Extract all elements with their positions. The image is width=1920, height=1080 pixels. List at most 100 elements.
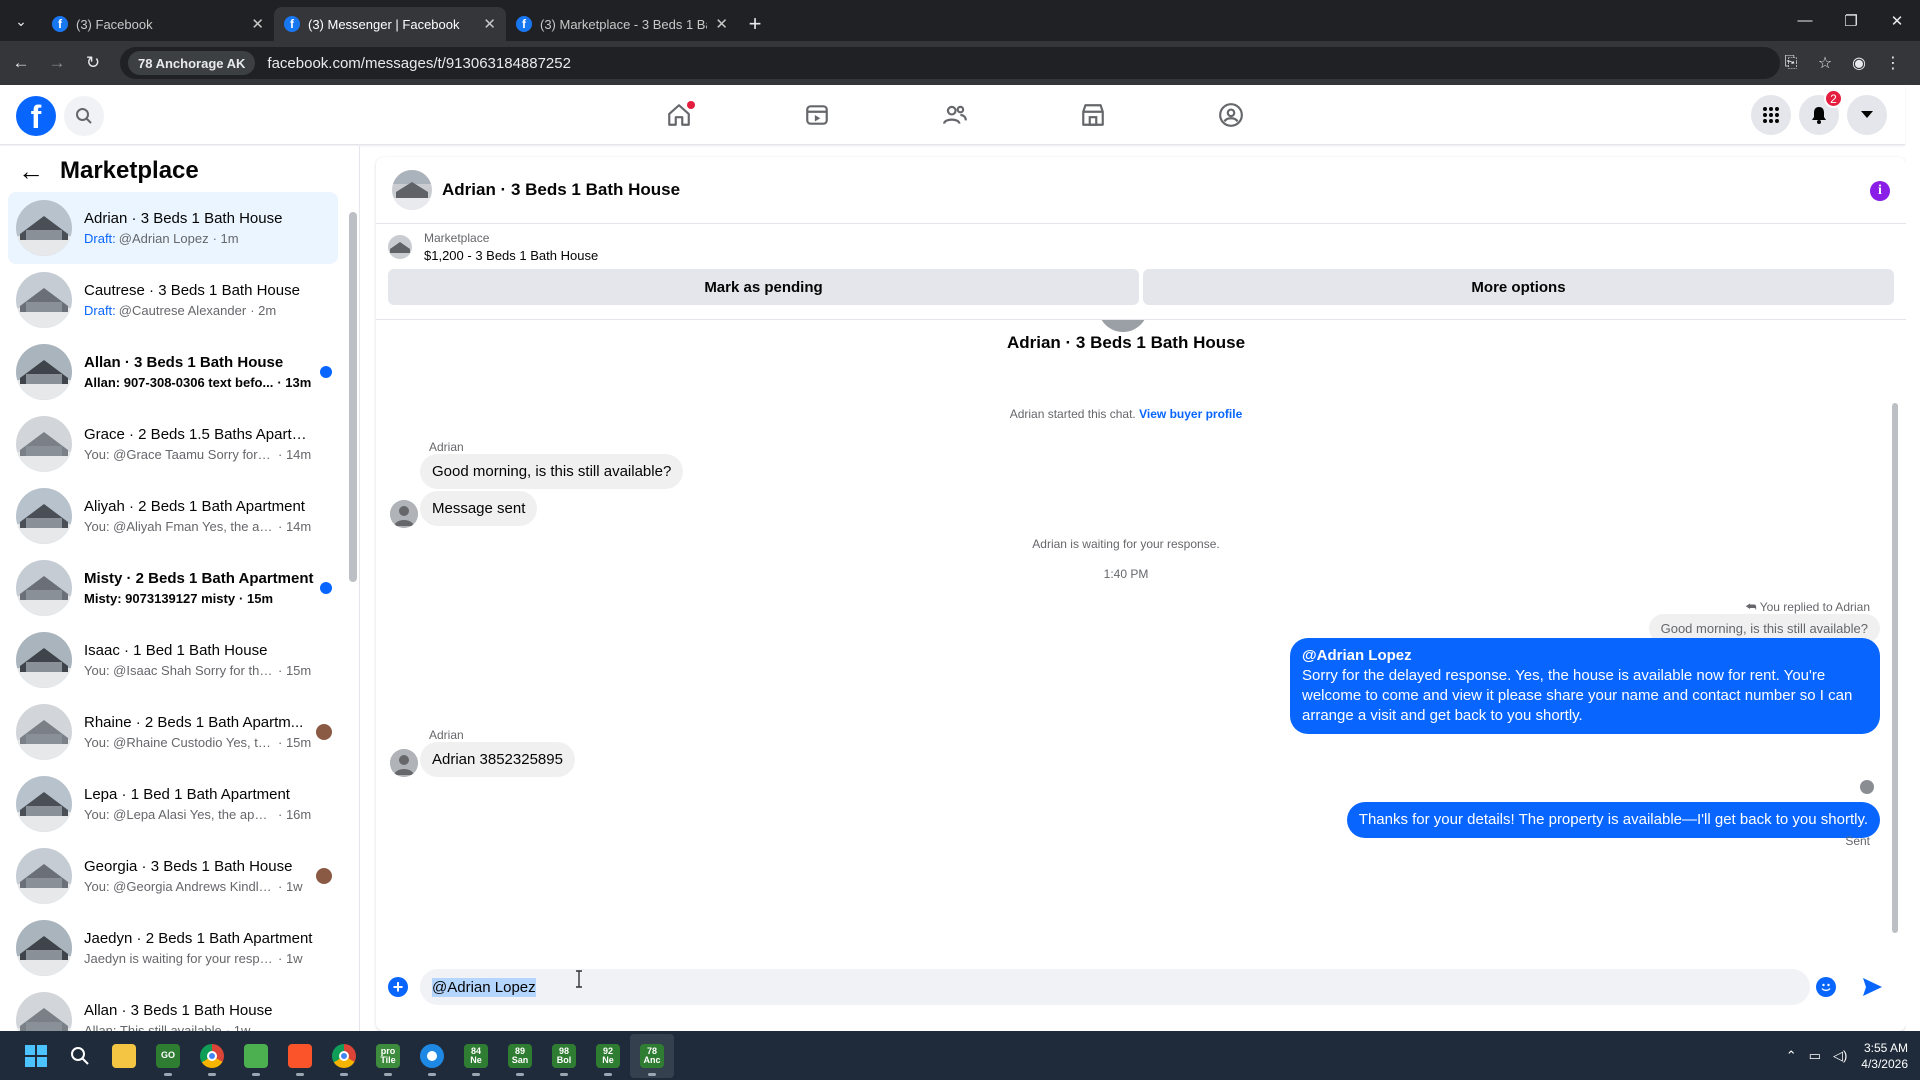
friends-icon[interactable] [886,85,1024,145]
app-89-taskbar-icon[interactable]: 89 San [498,1034,542,1078]
back-icon[interactable]: ← [6,48,36,78]
conversation-item[interactable]: Adrian · 3 Beds 1 Bath House Draft: @Adria… [8,192,338,264]
conversation-item[interactable]: Misty · 2 Beds 1 Bath Apartment Misty: 90… [8,552,338,624]
marketplace-icon[interactable] [1024,85,1162,145]
incoming-message[interactable]: Good morning, is this still available? [420,454,684,489]
browser-menu-icon[interactable]: ⋮ [1876,53,1910,73]
network-icon[interactable]: ▭ [1809,1048,1821,1064]
sidebar-scroll-thumb[interactable] [349,212,357,582]
message-input[interactable]: @Adrian Lopez [420,969,1810,1005]
chat-title[interactable]: Adrian · 3 Beds 1 Bath House [442,180,680,200]
windows-start-taskbar-icon[interactable] [14,1034,58,1078]
account-dropdown-icon[interactable] [1847,95,1887,135]
close-window-icon[interactable]: ✕ [1874,0,1920,41]
brave-browser-icon [288,1043,312,1068]
sender-name: Adrian [429,440,464,454]
file-explorer-taskbar-icon[interactable] [102,1034,146,1078]
conversation-name: Cautrese · 3 Beds 1 Bath House [84,282,300,299]
conversation-item[interactable]: Allan · 3 Beds 1 Bath House Allan: 907-30… [8,336,338,408]
thread-scrollbar[interactable] [1892,328,1898,948]
app-98-taskbar-icon[interactable]: 98 Bol [542,1034,586,1078]
restore-icon[interactable]: ❐ [1828,0,1874,41]
chrome-profile-taskbar-icon[interactable] [190,1034,234,1078]
menu-grid-icon[interactable] [1751,95,1791,135]
goodreads-app-taskbar-icon[interactable]: GO [146,1034,190,1078]
new-tab-button[interactable]: + [738,7,772,41]
listing-thumbnail [388,234,412,259]
browser-tab-marketplace[interactable]: f (3) Marketplace - 3 Beds 1 Bath ✕ [506,7,738,41]
preview-text: You: @Lepa Alasi Yes, the apartm... [84,807,274,822]
more-options-button[interactable]: More options [1143,269,1894,305]
app-84-taskbar-icon[interactable]: 84 Ne [454,1034,498,1078]
browser-tab-facebook[interactable]: f (3) Facebook ✕ [42,7,274,41]
circle-app-taskbar-icon[interactable] [410,1034,454,1078]
search-taskbar-icon[interactable] [58,1034,102,1078]
chrome-gmail-taskbar-icon[interactable] [322,1034,366,1078]
view-buyer-profile-link[interactable]: View buyer profile [1139,407,1242,421]
facebook-logo-icon[interactable]: f [16,96,56,136]
sender-avatar[interactable] [390,749,418,777]
tab-search-menu-icon[interactable]: ⌄ [4,4,38,38]
chevron-up-icon[interactable]: ⌃ [1786,1048,1797,1064]
mark-as-pending-button[interactable]: Mark as pending [388,269,1139,305]
conversation-name: Allan · 3 Beds 1 Bath House [84,1002,273,1019]
conversation-item[interactable]: Lepa · 1 Bed 1 Bath Apartment You: @Lepa … [8,768,338,840]
app-78-taskbar-icon[interactable]: 78 Anc [630,1033,674,1078]
message-thread[interactable]: Adrian · 3 Beds 1 Bath House Adrian star… [376,319,1906,951]
incoming-message[interactable]: Message sent [420,491,538,526]
close-tab-icon[interactable]: ✕ [251,15,264,33]
conversation-item[interactable]: Grace · 2 Beds 1.5 Baths Apartm... You: @… [8,408,338,480]
sender-avatar[interactable] [390,500,418,528]
reload-icon[interactable]: ↻ [78,48,108,78]
preview-text: You: @Aliyah Fman Yes, the apart... [84,519,274,534]
thread-scroll-thumb[interactable] [1892,403,1898,933]
install-app-icon[interactable]: ⎘ [1774,54,1808,72]
profile-icon[interactable]: ◉ [1842,53,1876,73]
bookmark-star-icon[interactable]: ☆ [1808,53,1842,73]
minimize-icon[interactable]: — [1782,0,1828,41]
back-arrow-icon[interactable]: ← [18,156,44,187]
prop-tile-taskbar-icon[interactable]: pro Tile [366,1034,410,1078]
sidebar-scrollbar[interactable] [349,192,357,1022]
system-tray: ⌃ ▭ ◁) 3:55 AM 4/3/2026 [1786,1031,1908,1080]
outgoing-message[interactable]: Thanks for your details! The property is… [1346,802,1880,838]
home-icon[interactable] [610,85,748,145]
plus-icon[interactable]: + [388,977,408,997]
conversation-item[interactable]: Georgia · 3 Beds 1 Bath House You: @Georg… [8,840,338,912]
close-tab-icon[interactable]: ✕ [715,15,728,33]
conversation-item[interactable]: Jaedyn · 2 Beds 1 Bath Apartment Jaedyn i… [8,912,338,984]
conversation-item[interactable]: Rhaine · 2 Beds 1 Bath Apartm... You: @Rh… [8,696,338,768]
notepad-app-taskbar-icon[interactable] [234,1034,278,1078]
close-tab-icon[interactable]: ✕ [483,15,496,33]
send-icon[interactable] [1860,975,1884,999]
outgoing-message[interactable]: @Adrian Lopez Sorry for the delayed resp… [1290,638,1880,734]
info-icon[interactable]: i [1870,181,1890,201]
emoji-icon[interactable] [1816,977,1836,997]
mention[interactable]: @Adrian Lopez [1302,647,1412,664]
brave-browser-taskbar-icon[interactable] [278,1034,322,1078]
conversation-item[interactable]: Cautrese · 3 Beds 1 Bath House Draft: @Cau… [8,264,338,336]
notifications-bell-icon[interactable]: 2 [1799,89,1843,135]
system-clock[interactable]: 3:55 AM 4/3/2026 [1861,1040,1908,1072]
app-92-taskbar-icon[interactable]: 92 Ne [586,1034,630,1078]
listing-banner[interactable]: Marketplace $1,200 - 3 Beds 1 Bath House [376,224,1906,269]
search-icon[interactable] [64,96,104,136]
forward-icon[interactable]: → [42,48,72,78]
preview-time: · 1m [212,231,239,246]
omnibox[interactable]: 78 Anchorage AK facebook.com/messages/t/… [120,47,1780,79]
volume-icon[interactable]: ◁) [1833,1048,1847,1064]
groups-icon[interactable] [1162,85,1300,145]
browser-tab-messenger[interactable]: f (3) Messenger | Facebook ✕ [274,7,506,41]
conversation-item[interactable]: Aliyah · 2 Beds 1 Bath Apartment You: @Al… [8,480,338,552]
incoming-message[interactable]: Adrian 3852325895 [420,742,575,777]
seen-by-avatar [1860,780,1874,794]
chat-avatar[interactable] [392,170,432,210]
url-text[interactable]: facebook.com/messages/t/913063184887252 [267,55,571,72]
conversation-item[interactable]: Allan · 3 Beds 1 Bath House Allan: This s… [8,984,338,1031]
conversation-item[interactable]: Isaac · 1 Bed 1 Bath House You: @Isaac Sh… [8,624,338,696]
message-timestamp: 1:40 PM [1103,567,1149,581]
video-icon[interactable] [748,85,886,145]
page-scrollbar[interactable] [1906,85,1920,1031]
draft-label: Draft: [84,231,116,246]
site-info-chip[interactable]: 78 Anchorage AK [128,51,256,75]
